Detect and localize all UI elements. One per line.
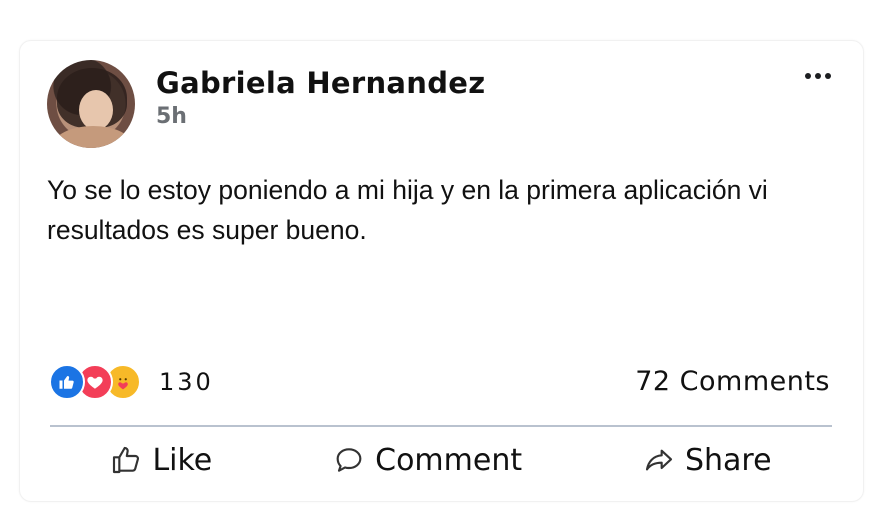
reactions-summary[interactable]: 130 <box>49 364 214 400</box>
divider <box>50 425 832 427</box>
thumbs-up-icon <box>113 446 140 474</box>
comment-label: Comment <box>375 442 523 478</box>
more-options-button[interactable] <box>800 64 836 88</box>
post-card <box>19 40 864 502</box>
share-label: Share <box>684 442 772 478</box>
share-arrow-icon <box>645 449 673 471</box>
more-dot-icon <box>815 73 821 79</box>
post-timestamp[interactable]: 5h <box>156 104 187 130</box>
like-label: Like <box>152 442 213 478</box>
post-text: Yo se lo estoy poniendo a mi hija y en l… <box>47 175 768 245</box>
more-dot-icon <box>825 73 831 79</box>
share-button[interactable]: Share <box>643 443 772 478</box>
comment-button[interactable]: Comment <box>333 443 522 478</box>
avatar[interactable] <box>47 60 135 148</box>
comment-bubble-icon <box>336 448 362 472</box>
avatar-shoulder <box>53 126 133 148</box>
author-name[interactable]: Gabriela Hernandez <box>156 66 485 100</box>
comments-count[interactable]: 72 Comments <box>635 366 830 397</box>
like-button[interactable]: Like <box>110 443 212 478</box>
more-dot-icon <box>805 73 811 79</box>
reaction-count: 130 <box>159 368 214 396</box>
avatar-face <box>79 90 113 130</box>
action-bar: Like Comment Share <box>50 437 832 483</box>
like-reaction-icon <box>49 364 85 400</box>
